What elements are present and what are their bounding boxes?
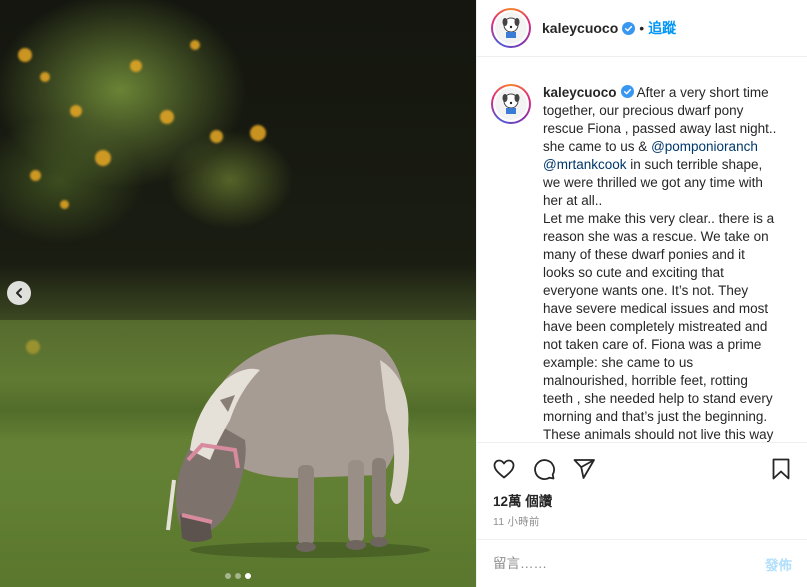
background-flower xyxy=(95,150,111,166)
comment-icon xyxy=(534,459,555,480)
caption-line: morning and that’s just the beginning. xyxy=(543,409,768,424)
dog-logo-icon xyxy=(502,93,520,114)
verified-badge-icon xyxy=(622,21,636,35)
mention-link[interactable]: @pomponioranch xyxy=(651,139,758,154)
caption-row: kaleycuoco After a very short time toget… xyxy=(477,57,807,442)
caption-line: she came to us & xyxy=(543,139,652,154)
caption-line: have been completely mistreated and xyxy=(543,319,768,334)
background-flower xyxy=(18,48,32,62)
heart-icon xyxy=(493,459,515,479)
dog-logo-icon xyxy=(502,17,520,38)
background-flower xyxy=(210,130,223,143)
likes-count[interactable]: 12萬 個讚 xyxy=(493,490,552,510)
caption-line: These animals should not live this way xyxy=(543,427,774,442)
bookmark-icon xyxy=(772,458,790,480)
post-actions xyxy=(477,452,807,486)
caption-text: kaleycuoco After a very short time toget… xyxy=(543,84,788,442)
caption-line: looks so cute and exciting that xyxy=(543,265,724,280)
background-flower xyxy=(60,200,69,209)
background-flower xyxy=(70,105,82,117)
caption-line: everyone wants one. It’s not. They xyxy=(543,283,749,298)
caption-line: After a very short time xyxy=(636,85,769,100)
post-photo[interactable] xyxy=(0,0,476,587)
post-timestamp[interactable]: 11 小時前 xyxy=(493,514,540,529)
caption-line: have severe medical issues and most xyxy=(543,301,769,316)
caption-line: we were thrilled we got any time with xyxy=(543,175,763,190)
caption-line: together, our precious dwarf pony xyxy=(543,103,744,118)
caption-line: reason she was a rescue. We take on xyxy=(543,229,769,244)
carousel-dot xyxy=(225,573,231,579)
carousel-dot-active xyxy=(245,573,251,579)
background-flower xyxy=(160,110,174,124)
like-button[interactable] xyxy=(491,456,517,482)
mention-link[interactable]: @mrtankcook xyxy=(543,157,626,172)
avatar-image xyxy=(495,12,527,44)
caption-avatar[interactable] xyxy=(491,84,531,442)
share-button[interactable] xyxy=(571,456,597,482)
caption-line: not taken care of. Fiona was a prime xyxy=(543,337,762,352)
header-username[interactable]: kaleycuoco xyxy=(542,20,618,36)
caption-line: her at all.. xyxy=(543,193,603,208)
background-flower xyxy=(130,60,142,72)
post-comment-button[interactable]: 發佈 xyxy=(765,554,792,574)
carousel-indicator xyxy=(0,573,476,579)
carousel-prev-button[interactable] xyxy=(7,281,31,305)
caption-line: in such terrible shape, xyxy=(626,157,763,172)
verified-badge-icon xyxy=(620,85,634,98)
caption-line: Let me make this very clear.. there is a xyxy=(543,211,775,226)
caption-line: many of these dwarf ponies and it xyxy=(543,247,745,262)
caption-username[interactable]: kaleycuoco xyxy=(543,85,617,100)
background-flower xyxy=(190,40,200,50)
post-header: kaleycuoco • 追蹤 xyxy=(477,0,807,57)
caption-scroll-area[interactable]: kaleycuoco After a very short time toget… xyxy=(477,57,807,443)
background-flower xyxy=(40,72,50,82)
post-side-panel: kaleycuoco • 追蹤 kaleycuoco After a very … xyxy=(476,0,807,587)
comment-input[interactable] xyxy=(493,556,765,571)
background-flower xyxy=(30,170,41,181)
caption-line: example: she came to us xyxy=(543,355,694,370)
chevron-left-icon xyxy=(16,288,22,298)
comment-bar: 發佈 xyxy=(477,539,807,587)
caption-line: rescue Fiona , passed away last night.. xyxy=(543,121,777,136)
background-flower xyxy=(250,125,266,141)
carousel-dot xyxy=(235,573,241,579)
caption-line: teeth , she needed help to stand every xyxy=(543,391,773,406)
pony-illustration xyxy=(166,334,430,558)
avatar-story-ring[interactable] xyxy=(491,8,531,48)
comment-button[interactable] xyxy=(531,456,557,482)
caption-line: malnourished, horrible feet, rotting xyxy=(543,373,748,388)
save-button[interactable] xyxy=(768,456,794,482)
avatar xyxy=(493,10,529,46)
header-separator: • xyxy=(639,20,645,36)
follow-button[interactable]: 追蹤 xyxy=(648,18,676,38)
share-icon xyxy=(573,459,595,479)
